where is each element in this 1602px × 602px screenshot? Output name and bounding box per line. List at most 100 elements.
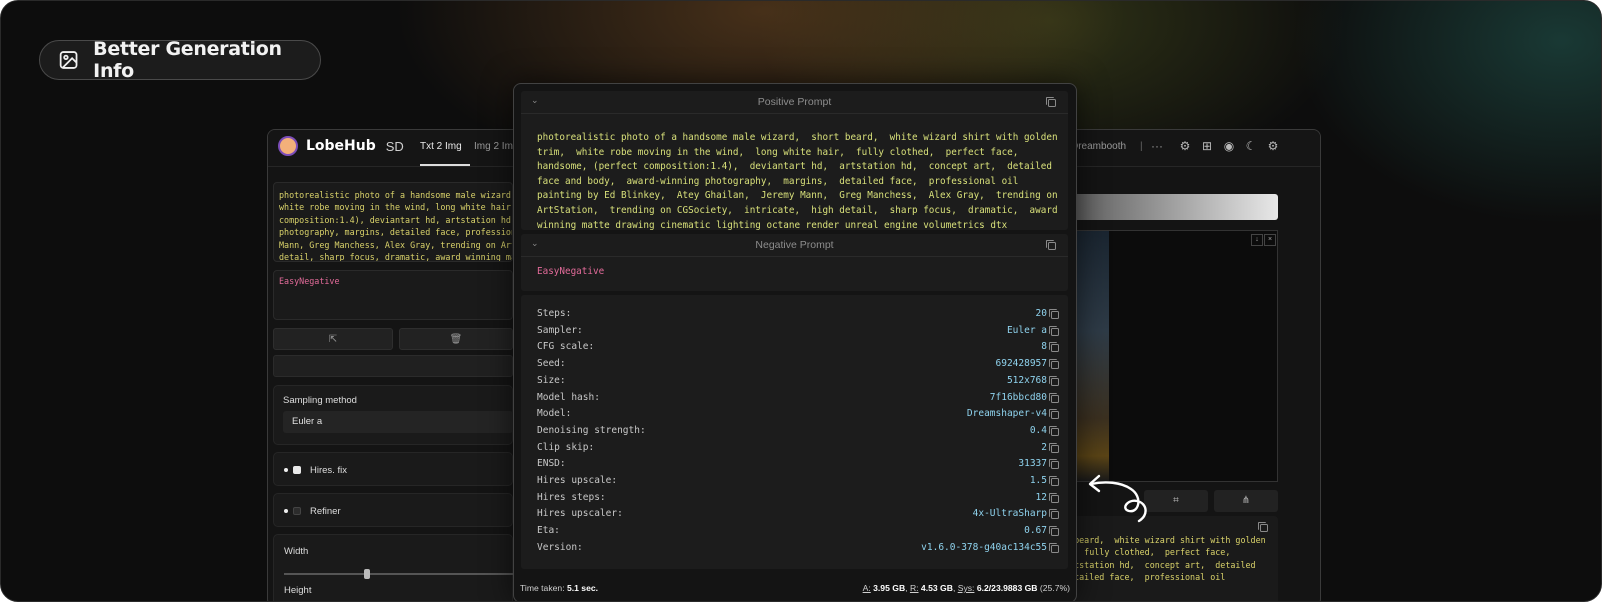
prompt-line: face and body, award-winning photography… [537, 175, 1019, 187]
param-value: 8 [1041, 341, 1047, 353]
hand-drawn-arrow-icon [1088, 474, 1147, 523]
param-key: CFG scale: [537, 341, 595, 353]
prompt-line: detail, sharp focus, dramatic, award win… [279, 252, 513, 262]
copy-icon[interactable] [1049, 442, 1059, 453]
param-key: Denoising strength: [537, 424, 646, 436]
theme-moon-icon[interactable]: ☾ [1244, 139, 1258, 153]
copy-icon[interactable] [1049, 325, 1059, 336]
time-label: Time taken: [520, 583, 565, 593]
tab-separator: | [1140, 141, 1143, 152]
copy-icon[interactable] [1046, 97, 1056, 107]
param-value: 0.67 [1024, 525, 1047, 537]
copy-icon[interactable] [1049, 526, 1059, 537]
active-tab-indicator [420, 164, 470, 166]
output-image[interactable]: ↓ × [1064, 230, 1278, 482]
copy-icon[interactable] [1049, 476, 1059, 486]
height-label: Height [284, 585, 312, 596]
logo[interactable]: LobeHub SD [278, 136, 404, 156]
generate-button[interactable] [1064, 194, 1278, 220]
sys-value: 6.2/23.9883 GB [976, 583, 1038, 593]
param-row: Hires steps: 12 [537, 491, 1059, 507]
status-dot [284, 509, 288, 513]
share-button[interactable]: ⋔ [1214, 490, 1278, 512]
github-icon[interactable]: ◉ [1222, 139, 1236, 153]
param-value: 2 [1041, 441, 1047, 453]
param-row: Sampler: Euler a [537, 324, 1059, 340]
feature-badge: Better Generation Info [39, 38, 321, 82]
generation-info-panel: ⌄ Positive Prompt photorealistic photo o… [513, 83, 1077, 601]
crop-icon: ⌗ [1173, 495, 1179, 506]
param-value: 7f16bbcd80 [989, 391, 1047, 403]
copy-icon[interactable] [1049, 375, 1059, 386]
copy-icon[interactable] [1049, 392, 1059, 403]
param-row: Hires upscale: 1.5 [537, 474, 1059, 490]
sampling-select[interactable]: Euler a [283, 411, 513, 433]
param-row: Clip skip: 2 [537, 441, 1059, 457]
trash-button[interactable]: 🗑 [399, 328, 513, 350]
param-key: Eta: [537, 525, 560, 537]
param-value: 20 [1035, 308, 1047, 319]
refiner-card: Refiner [273, 493, 513, 527]
refiner-checkbox[interactable] [293, 507, 301, 515]
lobe-face-icon [278, 136, 298, 156]
positive-title: Positive Prompt [757, 96, 832, 108]
copy-icon[interactable] [1046, 240, 1056, 250]
negative-prompt-text: EasyNegative [537, 266, 605, 277]
copy-icon[interactable] [1049, 409, 1059, 420]
caption-line: t beard, white wizard shirt with golden [1064, 535, 1266, 545]
param-key: Seed: [537, 358, 566, 370]
copy-icon[interactable] [1049, 425, 1059, 436]
sys-label: Sys: [957, 583, 975, 593]
param-row: Eta: 0.67 [537, 524, 1059, 540]
copy-icon[interactable] [1258, 522, 1268, 532]
gear-icon[interactable]: ⚙ [1266, 139, 1280, 153]
prompt-line: photorealistic photo of a handsome male … [537, 132, 1058, 143]
param-value: 4x-UltraSharp [972, 508, 1047, 520]
copy-icon[interactable] [1049, 492, 1059, 503]
hires-checkbox[interactable] [293, 466, 301, 474]
grid-icon[interactable]: ⊞ [1200, 139, 1214, 153]
brand-name: LobeHub [306, 138, 376, 154]
a-label: A: [862, 583, 871, 593]
param-key: Hires steps: [537, 491, 606, 503]
time-value: 5.1 sec. [566, 583, 599, 593]
param-row: Size: 512x768 [537, 374, 1059, 390]
param-row: Model: Dreamshaper-v4 [537, 407, 1059, 423]
download-icon[interactable]: ↓ [1251, 234, 1263, 246]
width-label: Width [284, 546, 309, 557]
more-icon[interactable]: ··· [1151, 139, 1163, 153]
param-row: Model hash: 7f16bbcd80 [537, 391, 1059, 407]
prompt-textarea[interactable]: photorealistic photo of a handsome male … [273, 182, 513, 262]
tab-txt2img[interactable]: Txt 2 Img [420, 141, 462, 152]
close-icon[interactable]: × [1264, 234, 1276, 246]
prompt-line: painting by Ed Blinkey, Atey Ghailan, Je… [537, 190, 1058, 202]
copy-icon[interactable] [1049, 342, 1059, 353]
copy-icon[interactable] [1049, 459, 1059, 470]
negative-textarea[interactable]: EasyNegative [273, 270, 513, 320]
settings-cog-icon[interactable]: ⚙ [1178, 139, 1192, 153]
copy-icon[interactable] [1049, 359, 1059, 370]
style-select[interactable] [273, 355, 513, 377]
param-value: 512x768 [1006, 374, 1047, 386]
positive-header[interactable]: ⌄ Positive Prompt [521, 91, 1068, 114]
param-key: Model: [537, 408, 572, 420]
param-value: 0.4 [1029, 424, 1047, 436]
copy-icon[interactable] [1049, 309, 1059, 319]
copy-icon[interactable] [1049, 509, 1059, 520]
param-key: Size: [537, 374, 566, 386]
caption-text: t beard, white wizard shirt with golden r… [1064, 534, 1266, 584]
refiner-label: Refiner [310, 506, 341, 517]
negative-header[interactable]: ⌄ Negative Prompt [521, 234, 1068, 257]
param-row: Steps: 20 [537, 307, 1059, 323]
param-key: ENSD: [537, 458, 566, 470]
param-key: Steps: [537, 308, 572, 319]
tab-img2img[interactable]: Img 2 Img [474, 141, 518, 152]
slider-handle[interactable] [364, 569, 370, 579]
param-key: Hires upscaler: [537, 508, 623, 520]
prompt-line: Mann, Greg Manchess, Alex Gray, trending… [279, 239, 513, 250]
tab-dreambooth[interactable]: Dreambooth [1071, 141, 1126, 152]
arrow-button[interactable]: ⇱ [273, 328, 393, 350]
trash-icon: 🗑 [449, 334, 463, 345]
copy-icon[interactable] [1049, 542, 1059, 553]
width-slider[interactable] [284, 569, 514, 579]
